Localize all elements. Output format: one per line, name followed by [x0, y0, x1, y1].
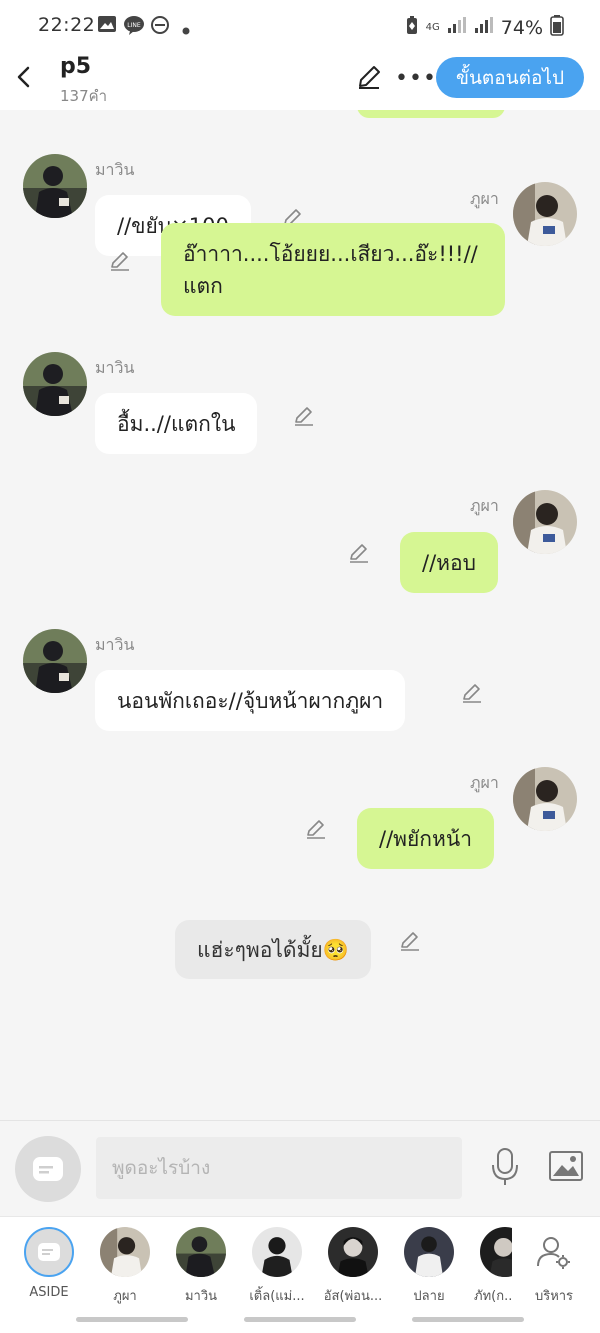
- character-label: มาวิน: [184, 1289, 218, 1304]
- manage-characters-icon: [529, 1227, 579, 1277]
- notification-dot-icon: [182, 20, 190, 39]
- character-plai[interactable]: ปลาย: [394, 1227, 464, 1306]
- word-count: 137คำ: [60, 87, 108, 105]
- edit-message-icon[interactable]: [399, 930, 421, 956]
- image-upload-icon[interactable]: [549, 1151, 583, 1185]
- next-step-button[interactable]: ขั้นตอนต่อไป: [436, 57, 584, 98]
- line-app-icon: LINE: [123, 15, 145, 39]
- network-type: 4G: [425, 21, 440, 33]
- narration-bubble[interactable]: แฮ่ะๆพอได้มั้ย🥺: [175, 920, 371, 979]
- character-label: ปลาย: [413, 1289, 445, 1304]
- microphone-icon[interactable]: [490, 1147, 520, 1191]
- character-label: ภัท(ก...: [474, 1289, 512, 1304]
- character-mawin[interactable]: มาวิน: [166, 1227, 236, 1306]
- avatar: [252, 1227, 302, 1277]
- avatar: [480, 1227, 512, 1277]
- avatar: [176, 1227, 226, 1277]
- character-label: บริหาร: [534, 1289, 574, 1304]
- gallery-notification-icon: [97, 15, 117, 37]
- svg-text:LINE: LINE: [127, 22, 141, 29]
- edit-message-icon[interactable]: [461, 682, 483, 708]
- nav-gesture-bar: [244, 1317, 356, 1322]
- message-bubble[interactable]: นอนพักเถอะ//จุ้บหน้าผากภูผา: [95, 670, 406, 731]
- character-label: ภูผา: [113, 1289, 137, 1304]
- message-line: อ๊าาาา....โอ้ยยย...เสียว...อ๊ะ!!!//: [183, 241, 478, 266]
- edit-message-icon[interactable]: [109, 250, 131, 276]
- avatar-mawin[interactable]: [23, 629, 87, 693]
- character-label: อัส(พ่อน...: [323, 1289, 383, 1304]
- sender-name: มาวิน: [95, 358, 135, 377]
- character-phupha[interactable]: ภูผา: [90, 1227, 160, 1306]
- previous-message-bubble: [357, 110, 505, 118]
- edit-message-icon[interactable]: [305, 818, 327, 844]
- nav-gesture-bar: [412, 1317, 524, 1322]
- message-bubble[interactable]: อ๊าาาา....โอ้ยยย...เสียว...อ๊ะ!!!// แตก: [161, 223, 505, 316]
- back-arrow-icon[interactable]: [12, 62, 36, 92]
- status-time: 22:22: [38, 14, 96, 36]
- avatar-phupha[interactable]: [513, 182, 577, 246]
- edit-pencil-icon[interactable]: [355, 63, 383, 95]
- sender-name: มาวิน: [95, 635, 135, 654]
- sender-name: ภูผา: [470, 189, 499, 208]
- aside-toggle-button[interactable]: [15, 1136, 81, 1202]
- battery-icon: [550, 14, 564, 41]
- character-as[interactable]: อัส(พ่อน...: [318, 1227, 388, 1306]
- character-selector: ASIDE ภูผา มาวิน เติ้ล(แม่... อัส(พ่อน..…: [0, 1216, 600, 1333]
- character-label: เติ้ล(แม่...: [249, 1289, 305, 1304]
- avatar: [100, 1227, 150, 1277]
- sender-name: ภูผา: [470, 496, 499, 515]
- status-bar: 22:22 LINE 4G 74%: [0, 0, 600, 50]
- signal-icon-2: [474, 16, 494, 39]
- character-phat[interactable]: ภัท(ก...: [470, 1227, 512, 1306]
- avatar-phupha[interactable]: [513, 490, 577, 554]
- nav-gesture-bar: [76, 1317, 188, 1322]
- avatar-phupha[interactable]: [513, 767, 577, 831]
- character-aside[interactable]: ASIDE: [14, 1227, 84, 1300]
- character-label: ASIDE: [29, 1285, 69, 1300]
- avatar: [328, 1227, 378, 1277]
- character-tle[interactable]: เติ้ล(แม่...: [242, 1227, 312, 1306]
- sender-name: ภูผา: [470, 773, 499, 792]
- top-header: p5 137คำ ••• ขั้นตอนต่อไป: [0, 50, 600, 110]
- edit-message-icon[interactable]: [348, 542, 370, 568]
- more-options-icon[interactable]: •••: [395, 66, 437, 91]
- message-bubble[interactable]: //หอบ: [400, 532, 498, 593]
- battery-saver-icon: [405, 15, 419, 40]
- do-not-disturb-icon: [150, 15, 170, 39]
- avatar-mawin[interactable]: [23, 154, 87, 218]
- message-bubble[interactable]: //พยักหน้า: [357, 808, 495, 869]
- message-bubble[interactable]: อื้ม..//แตกใน: [95, 393, 258, 454]
- message-input[interactable]: [96, 1137, 462, 1199]
- message-line: แตก: [183, 273, 223, 298]
- edit-message-icon[interactable]: [293, 405, 315, 431]
- sender-name: มาวิน: [95, 160, 135, 179]
- battery-percent: 74%: [500, 16, 543, 39]
- narration-icon: [33, 1157, 63, 1181]
- avatar: [404, 1227, 454, 1277]
- input-bar: [0, 1120, 600, 1216]
- signal-icon: [447, 16, 467, 39]
- story-title: p5: [60, 54, 92, 79]
- avatar-mawin[interactable]: [23, 352, 87, 416]
- aside-icon: [24, 1227, 74, 1277]
- character-manage[interactable]: บริหาร: [519, 1227, 589, 1306]
